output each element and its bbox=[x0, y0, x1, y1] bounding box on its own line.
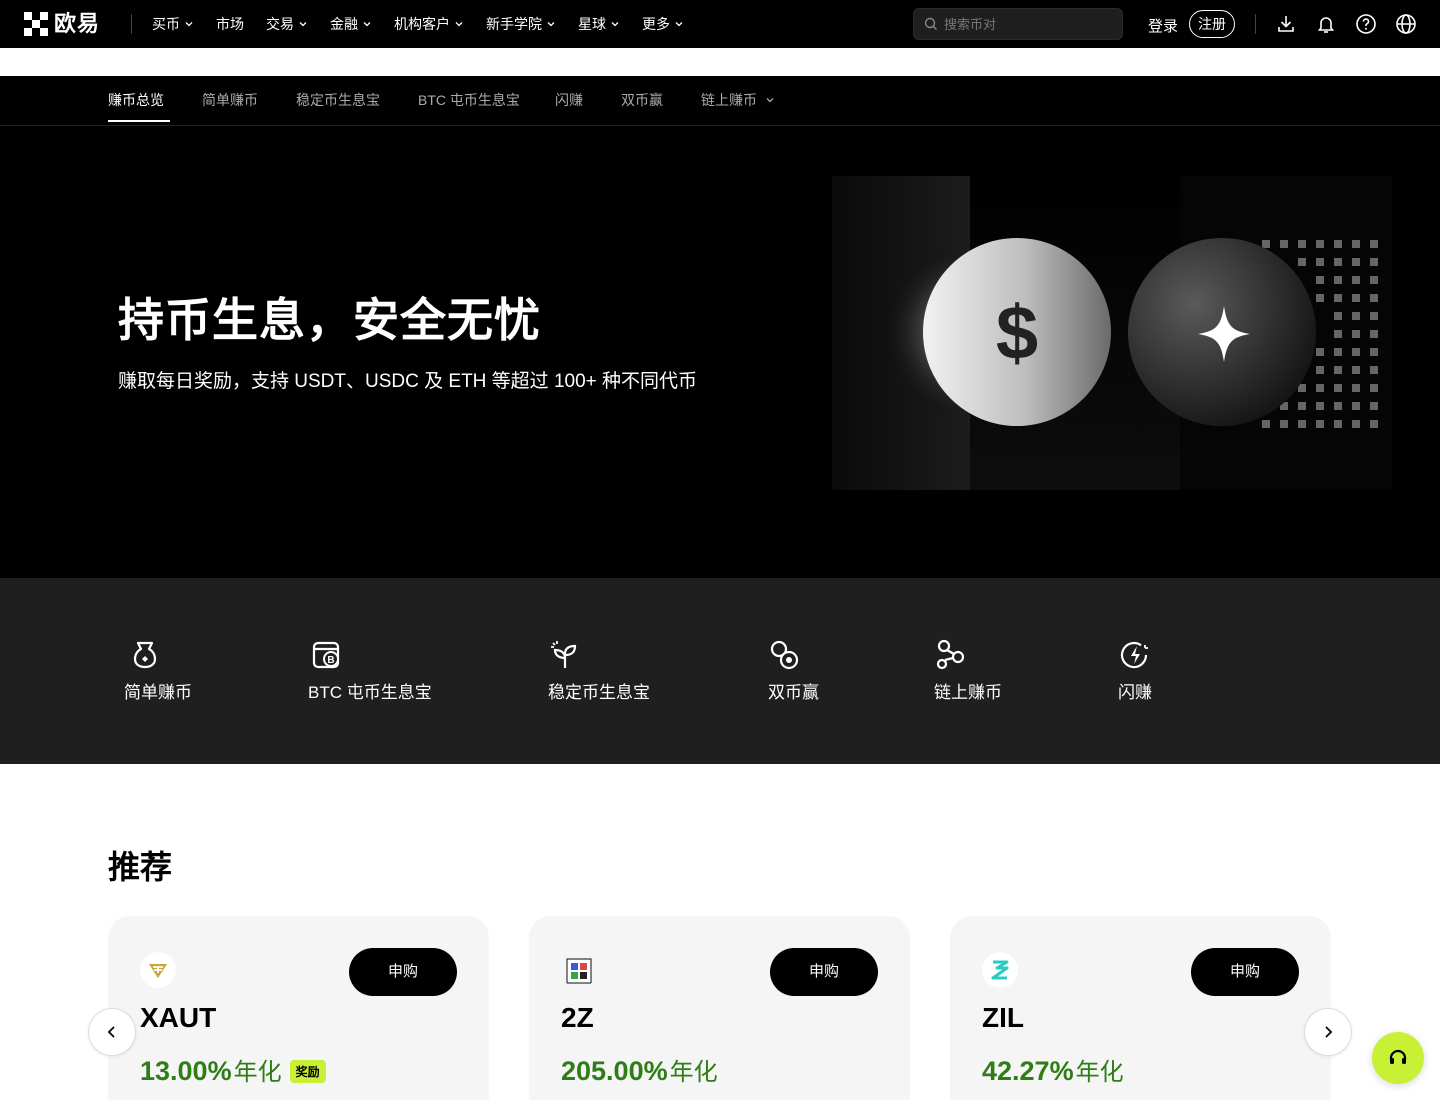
product-btc-earn[interactable]: B BTC 屯币生息宝 bbox=[308, 638, 432, 703]
nav-item[interactable]: 更多 bbox=[642, 14, 684, 34]
login-link[interactable]: 登录 bbox=[1148, 15, 1178, 36]
tab-flash-earn[interactable]: 闪赚 bbox=[555, 90, 583, 110]
apr-value: 13.00% 年化 奖励 bbox=[140, 1052, 326, 1087]
product-stablecoin-earn[interactable]: 稳定币生息宝 bbox=[548, 638, 650, 703]
chevron-down-icon bbox=[185, 22, 193, 27]
chevron-down-icon bbox=[455, 22, 463, 27]
top-nav: 欧易 买币 市场 交易 金融 机构客户 新手学院 星球 更多 登录 注册 bbox=[0, 0, 1440, 48]
xaut-coin-icon bbox=[140, 952, 176, 988]
brand-name: 欧易 bbox=[54, 11, 101, 36]
nav-item[interactable]: 新手学院 bbox=[486, 14, 556, 34]
product-simple-earn[interactable]: 简单赚币 bbox=[124, 638, 192, 703]
search-box[interactable] bbox=[913, 8, 1123, 40]
main-menu: 买币 市场 交易 金融 机构客户 新手学院 星球 更多 bbox=[152, 0, 706, 48]
nav-divider bbox=[131, 14, 132, 34]
section-title: 推荐 bbox=[108, 849, 173, 885]
chevron-down-icon bbox=[611, 22, 619, 27]
subscribe-button[interactable]: 申购 bbox=[1191, 948, 1299, 996]
nav-item[interactable]: 星球 bbox=[578, 14, 620, 34]
nav-item[interactable]: 买币 bbox=[152, 14, 194, 34]
subscribe-button[interactable]: 申购 bbox=[770, 948, 878, 996]
search-icon bbox=[924, 17, 937, 30]
apr-value: 205.00% 年化 bbox=[561, 1056, 718, 1086]
active-tab-indicator bbox=[108, 120, 170, 122]
nav-item[interactable]: 交易 bbox=[266, 14, 308, 34]
dual-coin-icon bbox=[770, 640, 799, 670]
flash-icon bbox=[1120, 641, 1148, 669]
2z-coin-icon bbox=[566, 958, 592, 984]
product-onchain-earn[interactable]: 链上赚币 bbox=[934, 638, 1002, 703]
hero-coins-illustration: $ bbox=[832, 176, 1392, 490]
product-card[interactable]: 申购 2Z 205.00% 年化 简单赚币 bbox=[529, 916, 910, 1100]
hero-title: 持币生息，安全无忧 bbox=[118, 294, 541, 346]
product-card[interactable]: 申购 ZIL 42.27% 年化 简单赚币 bbox=[950, 916, 1331, 1100]
chevron-right-icon bbox=[1325, 1026, 1333, 1038]
svg-text:B: B bbox=[327, 655, 334, 666]
reward-badge: 奖励 bbox=[289, 1060, 326, 1083]
hero-subtitle: 赚取每日奖励，支持 USDT、USDC 及 ETH 等超过 100+ 种不同代币 bbox=[118, 371, 698, 392]
okx-logo[interactable]: 欧易 bbox=[24, 12, 100, 36]
product-shortcuts: 简单赚币 B BTC 屯币生息宝 稳定币生息宝 双币赢 链上赚币 闪赚 bbox=[0, 578, 1440, 764]
chevron-down-icon bbox=[547, 22, 555, 27]
okx-logo-mark bbox=[24, 12, 48, 36]
product-card[interactable]: 申购 XAUT 13.00% 年化 奖励 简单赚币 bbox=[108, 916, 489, 1100]
tab-simple-earn[interactable]: 简单赚币 bbox=[202, 90, 258, 110]
earn-subnav: 赚币总览 简单赚币 稳定币生息宝 BTC 屯币生息宝 闪赚 双币赢 链上赚币 bbox=[0, 76, 1440, 126]
nav-item[interactable]: 机构客户 bbox=[394, 14, 464, 34]
hero-banner: 持币生息，安全无忧 赚取每日奖励，支持 USDT、USDC 及 ETH 等超过 … bbox=[0, 126, 1440, 578]
banner-strip bbox=[0, 48, 1440, 76]
chain-nodes-icon bbox=[936, 639, 965, 670]
product-flash-earn[interactable]: 闪赚 bbox=[1118, 638, 1152, 703]
download-icon[interactable] bbox=[1274, 12, 1298, 36]
sprout-icon bbox=[551, 641, 577, 668]
product-label: BTC 屯币生息宝 bbox=[308, 683, 432, 702]
tab-dual-investment[interactable]: 双币赢 bbox=[621, 90, 663, 110]
zil-coin-icon bbox=[982, 952, 1018, 988]
product-label: 稳定币生息宝 bbox=[548, 683, 650, 702]
btc-vault-icon: B bbox=[312, 641, 340, 669]
chevron-down-icon bbox=[766, 98, 774, 103]
product-dual-investment[interactable]: 双币赢 bbox=[768, 638, 819, 703]
carousel-prev-button[interactable] bbox=[88, 1008, 136, 1056]
coin-symbol: 2Z bbox=[561, 1002, 594, 1033]
nav-divider bbox=[1255, 14, 1256, 34]
chevron-down-icon bbox=[363, 22, 371, 27]
product-label: 闪赚 bbox=[1118, 683, 1152, 702]
product-label: 链上赚币 bbox=[934, 683, 1002, 702]
headset-icon bbox=[1389, 1049, 1407, 1064]
search-input[interactable] bbox=[944, 16, 1104, 32]
product-label: 简单赚币 bbox=[124, 683, 192, 702]
tab-onchain-earn[interactable]: 链上赚币 bbox=[701, 90, 775, 110]
chevron-down-icon bbox=[675, 22, 683, 27]
tab-earn-overview[interactable]: 赚币总览 bbox=[108, 90, 164, 110]
nav-item[interactable]: 金融 bbox=[330, 14, 372, 34]
apr-value: 42.27% 年化 bbox=[982, 1056, 1124, 1086]
subscribe-button[interactable]: 申购 bbox=[349, 948, 457, 996]
tab-stablecoin-earn[interactable]: 稳定币生息宝 bbox=[296, 90, 380, 110]
nav-item[interactable]: 市场 bbox=[216, 14, 244, 34]
help-icon[interactable] bbox=[1354, 12, 1378, 36]
bell-icon[interactable] bbox=[1314, 12, 1338, 36]
customer-support-button[interactable] bbox=[1372, 1032, 1424, 1084]
coin-symbol: XAUT bbox=[140, 1002, 217, 1033]
money-bag-icon bbox=[133, 641, 157, 669]
tab-btc-earn[interactable]: BTC 屯币生息宝 bbox=[418, 90, 520, 110]
register-button[interactable]: 注册 bbox=[1189, 10, 1235, 38]
dollar-sign-icon: $ bbox=[996, 291, 1038, 376]
coin-symbol: ZIL bbox=[982, 1002, 1024, 1033]
carousel-next-button[interactable] bbox=[1304, 1008, 1352, 1056]
chevron-left-icon bbox=[107, 1026, 115, 1038]
chevron-down-icon bbox=[299, 22, 307, 27]
globe-icon[interactable] bbox=[1394, 12, 1418, 36]
product-label: 双币赢 bbox=[768, 683, 819, 702]
